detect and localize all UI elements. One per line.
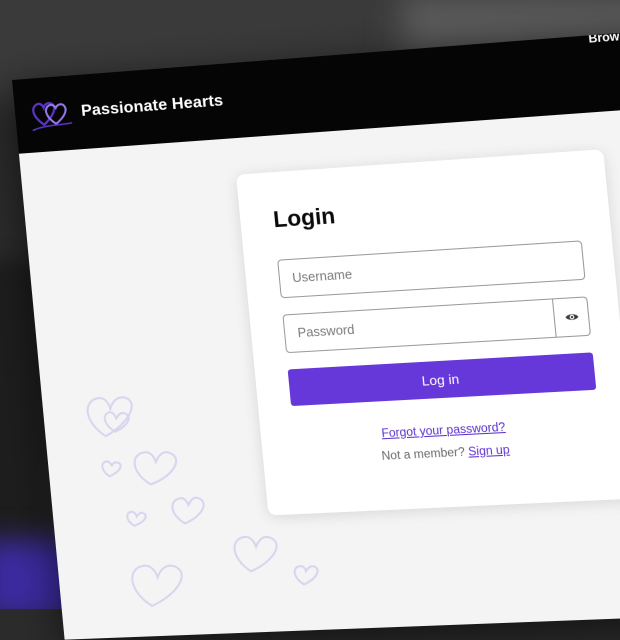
signup-link[interactable]: Sign up [468,444,511,458]
eye-icon [564,313,579,321]
show-password-button[interactable] [553,296,592,338]
password-field[interactable] [282,298,558,354]
forgot-password-link[interactable]: Forgot your password? [381,422,506,441]
brand[interactable]: Passionate Hearts [27,81,225,136]
page-title: Login [272,202,337,233]
browser-page: Passionate Hearts Browse Login Username … [12,28,620,640]
username-field[interactable] [277,240,586,299]
interlocked-hearts-icon [32,101,73,132]
login-button[interactable]: Log in [287,352,597,407]
login-card: Login Log in Forgot your password? Not a… [235,149,620,516]
password-group [282,296,592,354]
brand-name: Passionate Hearts [80,92,225,120]
not-member-text: Not a member? [381,446,466,463]
